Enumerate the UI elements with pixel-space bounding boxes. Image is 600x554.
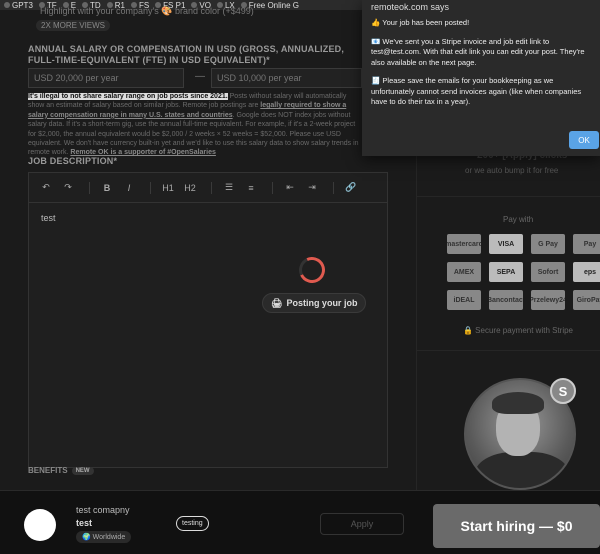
giropay-icon: GiroPay (573, 290, 600, 310)
mastercard-icon: mastercard (447, 234, 481, 254)
bookmark-label: GPT3 (12, 0, 33, 10)
job-preview-bar: test comapny test 🌍 Worldwide testing Ap… (0, 490, 600, 554)
sidebar-divider (417, 350, 600, 351)
salary-section-title: ANNUAL SALARY OR COMPENSATION IN USD (GR… (28, 44, 345, 65)
visa-icon: VISA (489, 234, 523, 254)
salary-note: It's illegal to not share salary range o… (28, 92, 362, 158)
printer-icon: 🖨 (271, 297, 283, 308)
dialog-spacer (371, 29, 592, 37)
salary-note-highlight: It's illegal to not share salary range o… (28, 93, 228, 100)
secure-payment-text: 🔒 Secure payment with Stripe (463, 326, 574, 335)
payment-methods: mastercard VISA G Pay Pay AMEX SEPA Sofo… (447, 234, 600, 310)
outdent-icon[interactable]: ⇤ (281, 182, 299, 193)
page: GPT3 TF E TD R1 FS FS P1 VO LX Free Onli… (0, 0, 600, 554)
benefits-section: BENEFITS NEW (28, 466, 94, 475)
company-name: test comapny (76, 505, 130, 515)
editor-content[interactable]: test (41, 213, 56, 223)
sidebar-divider (417, 196, 600, 197)
bold-button[interactable]: B (98, 183, 116, 193)
avatar-badge: S (550, 378, 576, 404)
start-hiring-button[interactable]: Start hiring — $0 (433, 504, 600, 548)
link-icon[interactable]: 🔗 (342, 182, 360, 193)
posting-status: 🖨 Posting your job (262, 293, 367, 313)
toolbar-divider (150, 181, 151, 194)
bancontact-icon: Bancontact (489, 290, 523, 310)
toolbar-divider (89, 181, 90, 194)
toolbar-divider (211, 181, 212, 194)
job-title: test (76, 518, 93, 528)
dialog-message-bookkeeping: 🧾 Please save the emails for your bookke… (371, 76, 582, 106)
job-description-title: JOB DESCRIPTION* (28, 156, 118, 166)
amex-icon: AMEX (447, 262, 481, 282)
editor-toolbar: ↶ ↷ B I H1 H2 ☰ ≡ ⇤ ⇥ 🔗 (29, 173, 387, 203)
highlight-option-label[interactable]: Highlight with your company's 🎨 brand co… (40, 6, 254, 17)
sofort-icon: Sofort (531, 262, 565, 282)
new-badge: NEW (71, 466, 94, 475)
heading1-button[interactable]: H1 (159, 183, 177, 193)
ok-button[interactable]: OK (569, 131, 599, 149)
salary-range-dash: — (195, 71, 205, 82)
bookmark[interactable]: GPT3 (4, 1, 33, 10)
toolbar-divider (272, 181, 273, 194)
posting-label: Posting your job (286, 298, 358, 308)
salary-min-input[interactable] (28, 68, 184, 88)
italic-button[interactable]: I (120, 183, 138, 193)
heading2-button[interactable]: H2 (181, 183, 199, 193)
location-badge: 🌍 Worldwide (76, 531, 132, 543)
przelewy24-icon: Przelewy24 (531, 290, 565, 310)
benefits-title: BENEFITS (28, 466, 68, 475)
avatar-shirt (474, 452, 570, 488)
dialog-message-posted: 👍 Your job has been posted! (371, 18, 470, 27)
bookmark-label: Free Online G (248, 0, 300, 10)
eps-icon: eps (573, 262, 600, 282)
toolbar-divider (333, 181, 334, 194)
undo-icon[interactable]: ↶ (37, 182, 55, 193)
indent-icon[interactable]: ⇥ (303, 182, 321, 193)
dialog-title: remoteok.com says (371, 2, 450, 12)
bookmark-icon (4, 2, 10, 8)
bullet-list-icon[interactable]: ☰ (220, 182, 238, 193)
google-pay-icon: G Pay (531, 234, 565, 254)
company-logo (24, 509, 56, 541)
redo-icon[interactable]: ↷ (59, 182, 77, 193)
dialog-message-invoice: 📧 We've sent you a Stripe invoice and jo… (371, 36, 585, 67)
ideal-icon: iDEAL (447, 290, 481, 310)
more-views-badge: 2X MORE VIEWS (36, 20, 111, 31)
salary-max-input[interactable] (211, 68, 362, 88)
pay-with-label: Pay with (503, 215, 534, 224)
dialog-spacer (371, 68, 592, 76)
apply-button[interactable]: Apply (320, 513, 404, 535)
avatar-hair (492, 392, 544, 414)
numbered-list-icon[interactable]: ≡ (242, 183, 260, 193)
job-description-editor[interactable]: ↶ ↷ B I H1 H2 ☰ ≡ ⇤ ⇥ 🔗 test (28, 172, 388, 468)
apple-pay-icon: Pay (573, 234, 600, 254)
job-tag[interactable]: testing (176, 516, 209, 531)
alert-dialog: remoteok.com says 👍 Your job has been po… (362, 0, 600, 156)
auto-bump-text: or we auto bump it for free (465, 166, 559, 175)
sepa-icon: SEPA (489, 262, 523, 282)
